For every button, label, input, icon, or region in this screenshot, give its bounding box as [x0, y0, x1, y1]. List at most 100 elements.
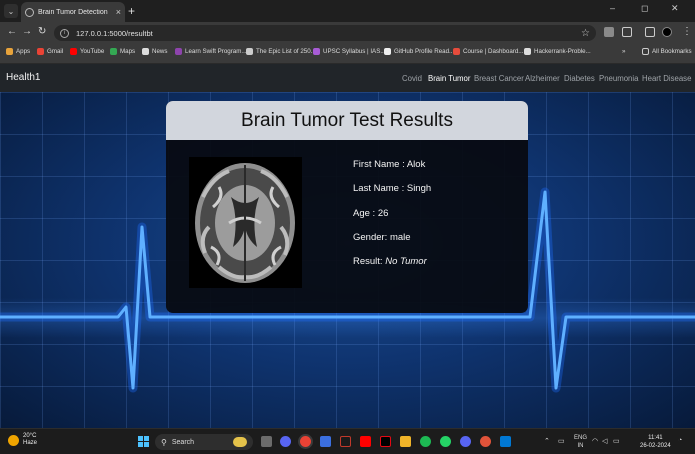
discord-icon[interactable] — [460, 436, 471, 447]
bookmark-course[interactable]: Course | Dashboard... — [453, 48, 523, 55]
taskbar-search[interactable]: ⚲ Search — [155, 434, 253, 450]
nav-alzheimer[interactable]: Alzheimer — [525, 74, 560, 83]
search-icon: ⚲ — [161, 437, 167, 447]
extensions-puzzle-icon[interactable] — [622, 27, 632, 37]
extension-icon[interactable] — [604, 27, 614, 37]
bookmark-youtube[interactable]: YouTube — [70, 48, 104, 55]
bookmark-github[interactable]: GitHub Profile Read... — [384, 48, 454, 55]
folder-icon — [642, 48, 649, 55]
wifi-icon[interactable]: ◠ — [592, 437, 598, 445]
first-name-value: Alok — [406, 159, 426, 170]
windows-taskbar: 20°C Haze ⚲ Search ⌃ ▭ ENG IN ◠ ◁ ▭ 11:4… — [0, 428, 695, 454]
browser-tab[interactable]: Brain Tumor Detection × — [21, 2, 125, 22]
tab-title: Brain Tumor Detection — [38, 8, 108, 16]
result-card: Brain Tumor Test Results First Name : Al… — [166, 101, 528, 313]
last-name-line: Last Name : Singh — [353, 183, 432, 194]
youtube-icon — [70, 48, 77, 55]
tray-chevron-icon[interactable]: ⌃ — [544, 437, 550, 445]
weather-condition: Haze — [23, 440, 38, 446]
windows-start-icon[interactable] — [138, 436, 149, 447]
github-readme-icon — [384, 48, 391, 55]
chrome-icon[interactable] — [300, 436, 311, 447]
more-menu-icon[interactable]: ⋮ — [682, 26, 692, 38]
bookmark-gmail[interactable]: Gmail — [37, 48, 63, 55]
nav-breast-cancer[interactable]: Breast Cancer — [474, 74, 524, 83]
spotify-icon[interactable] — [420, 436, 431, 447]
github-icon — [524, 48, 531, 55]
all-bookmarks[interactable]: All Bookmarks — [642, 48, 692, 55]
clock-date: 26-02-2024 — [640, 443, 671, 449]
battery-icon[interactable]: ▭ — [613, 437, 620, 445]
epic-list-icon — [246, 48, 253, 55]
clock-time: 11:41 — [648, 435, 663, 441]
whatsapp-icon[interactable] — [440, 436, 451, 447]
maximize-button[interactable]: ◻ — [641, 3, 648, 14]
weather-widget[interactable]: 20°C Haze — [8, 433, 37, 447]
news-icon — [142, 48, 149, 55]
bookmark-swift[interactable]: Learn Swift Program... — [175, 48, 247, 55]
bookmark-star-icon[interactable]: ☆ — [581, 28, 590, 39]
file-explorer-icon[interactable] — [400, 436, 411, 447]
language-indicator[interactable]: ENG IN — [574, 434, 587, 450]
netflix-icon[interactable] — [380, 436, 391, 447]
bookmarks-overflow[interactable]: » — [622, 48, 625, 55]
age-value: 26 — [377, 208, 389, 219]
search-label: Search — [171, 438, 195, 446]
result-title: Brain Tumor Test Results — [241, 109, 453, 131]
nav-pneumonia[interactable]: Pneumonia — [599, 74, 638, 83]
tray-app-icon[interactable]: ▭ — [558, 437, 565, 445]
side-panel-icon[interactable] — [645, 27, 655, 37]
nav-diabetes[interactable]: Diabetes — [564, 74, 595, 83]
result-value: No Tumor — [385, 256, 427, 267]
bookmark-maps[interactable]: Maps — [110, 48, 135, 55]
site-info-icon[interactable]: i — [60, 28, 69, 38]
bookmark-hackerrank[interactable]: Hackerrank-Proble... — [524, 48, 591, 55]
taskbar-clock[interactable]: 11:41 26-02-2024 — [640, 434, 671, 450]
vscode-icon[interactable] — [500, 436, 511, 447]
hero-background: Brain Tumor Test Results First Name : Al… — [0, 92, 695, 428]
tab-search-chevron-icon[interactable]: ⌄ — [4, 4, 18, 18]
notification-bell-icon[interactable]: ◔ — [678, 437, 682, 444]
result-line: Result: No Tumor — [353, 256, 427, 267]
maps-icon — [110, 48, 117, 55]
gmail-icon — [37, 48, 44, 55]
bookmark-apps[interactable]: Apps — [6, 48, 30, 55]
tab-close-icon[interactable]: × — [116, 7, 121, 17]
task-view-icon[interactable] — [261, 436, 272, 447]
age-line: Age : 26 — [353, 208, 389, 219]
nav-heart-disease[interactable]: Heart Disease — [642, 74, 691, 83]
nav-brain-tumor[interactable]: Brain Tumor — [428, 74, 470, 83]
volume-icon[interactable]: ◁ — [602, 437, 607, 445]
address-bar[interactable]: i 127.0.0.1:5000/resultbt ☆ — [54, 25, 596, 41]
profile-avatar[interactable] — [662, 27, 672, 37]
upsc-icon — [313, 48, 320, 55]
forward-arrow-icon[interactable]: → — [22, 26, 32, 38]
app-icon[interactable] — [480, 436, 491, 447]
swift-icon — [175, 48, 182, 55]
first-name-line: First Name : Alok — [353, 159, 426, 170]
bookmark-epic-list[interactable]: The Epic List of 250... — [246, 48, 316, 55]
close-window-button[interactable]: ✕ — [671, 3, 679, 14]
brain-mri-image — [189, 157, 302, 288]
last-name-value: Singh — [406, 183, 432, 194]
bookmarks-bar: Apps Gmail YouTube Maps News Learn Swift… — [0, 43, 695, 64]
nav-covid[interactable]: Covid — [402, 74, 422, 83]
apps-grid-icon — [6, 48, 13, 55]
course-icon — [453, 48, 460, 55]
site-brand[interactable]: Health1 — [6, 72, 40, 83]
bookmark-news[interactable]: News — [142, 48, 167, 55]
browser-toolbar: ← → ↻ i 127.0.0.1:5000/resultbt ☆ ⋮ — [0, 22, 695, 43]
minimize-button[interactable]: – — [610, 3, 615, 13]
tab-favicon-icon — [25, 7, 34, 17]
terminal-app-icon[interactable] — [340, 436, 351, 447]
youtube-taskbar-icon[interactable] — [360, 436, 371, 447]
reload-icon[interactable]: ↻ — [38, 26, 46, 38]
search-highlight-icon — [233, 437, 247, 447]
back-arrow-icon[interactable]: ← — [7, 26, 17, 38]
editor-app-icon[interactable] — [320, 436, 331, 447]
weather-temperature: 20°C — [23, 433, 37, 439]
bookmark-upsc[interactable]: UPSC Syllabus | IAS... — [313, 48, 385, 55]
new-tab-button[interactable]: + — [128, 4, 135, 18]
url-text[interactable]: 127.0.0.1:5000/resultbt — [76, 29, 581, 38]
chat-app-icon[interactable] — [280, 436, 291, 447]
